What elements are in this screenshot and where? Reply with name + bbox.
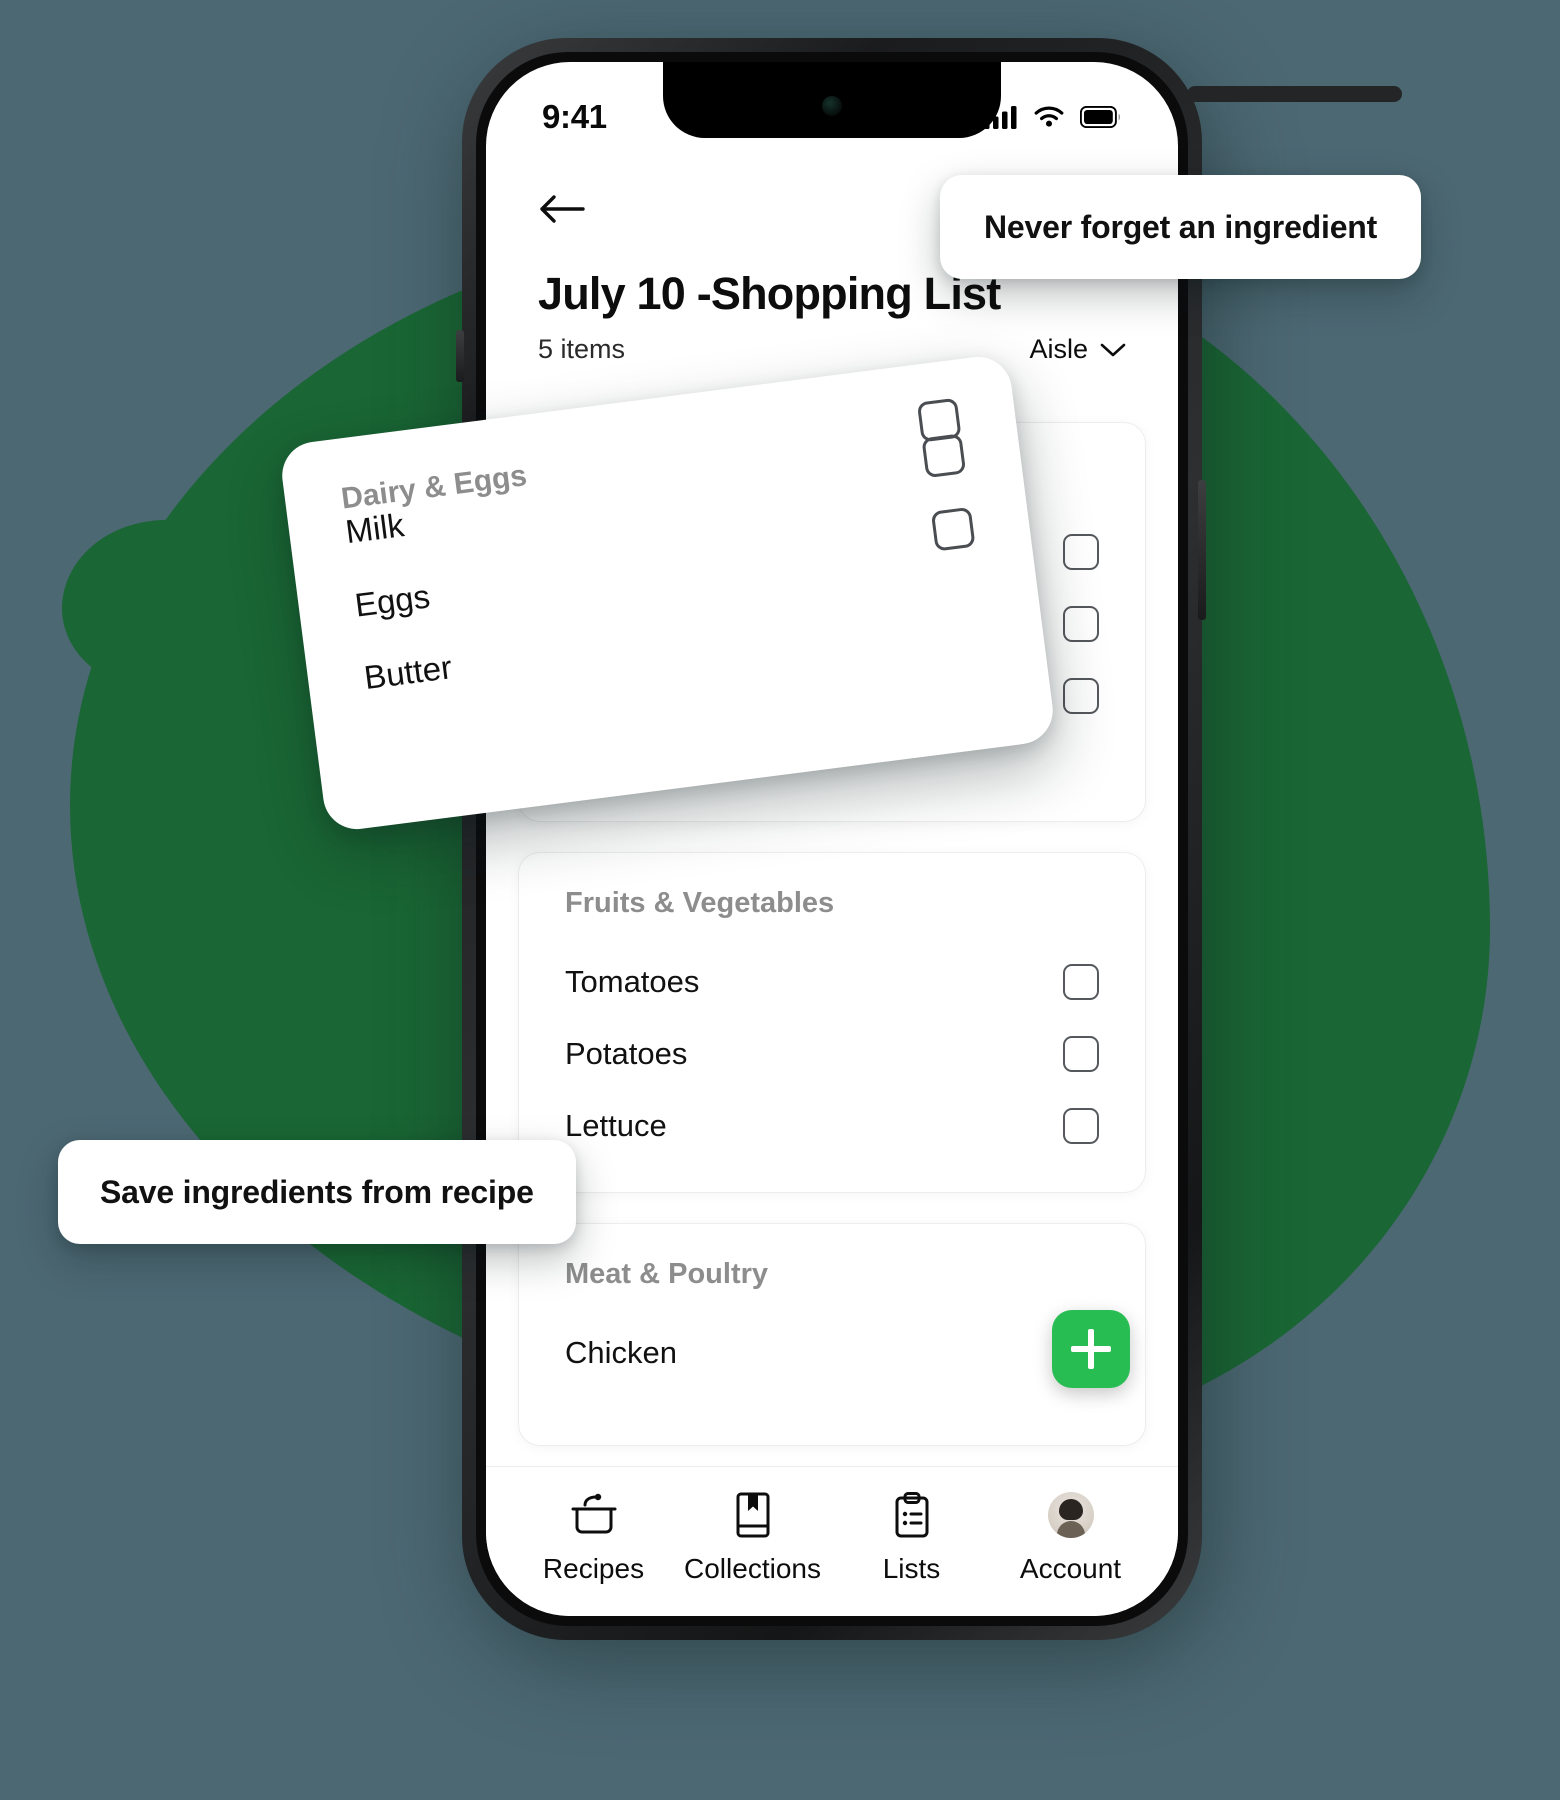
mute-switch[interactable]	[456, 330, 464, 382]
earpiece-speaker	[1187, 86, 1402, 102]
back-button[interactable]	[534, 181, 590, 237]
list-meta-row: 5 items Aisle	[538, 334, 1126, 365]
item-label: Tomatoes	[565, 964, 700, 999]
cooking-pot-icon	[569, 1489, 619, 1541]
tab-collections[interactable]: Collections	[678, 1489, 828, 1585]
list-item[interactable]: Tomatoes	[565, 946, 1099, 1018]
status-time: 9:41	[542, 98, 607, 135]
item-checkbox[interactable]	[1063, 678, 1099, 714]
sort-label: Aisle	[1029, 334, 1088, 365]
item-checkbox[interactable]	[1063, 1108, 1099, 1144]
tab-lists[interactable]: Lists	[837, 1489, 987, 1585]
power-button[interactable]	[1198, 480, 1206, 620]
green-blob-tiny	[193, 512, 255, 572]
list-header: July 10 -Shopping List 5 items Aisle	[486, 267, 1178, 365]
floating-item-label: Butter	[361, 648, 454, 697]
list-item[interactable]: Lettuce	[565, 1090, 1099, 1162]
tab-label: Recipes	[542, 1553, 645, 1584]
item-label: Chicken	[565, 1335, 677, 1370]
add-item-fab[interactable]	[1052, 1310, 1130, 1388]
section-heading: Fruits & Vegetables	[565, 887, 835, 919]
front-camera-icon	[822, 96, 842, 116]
tab-label: Account	[1019, 1553, 1122, 1584]
item-checkbox[interactable]	[1063, 606, 1099, 642]
avatar-icon	[1047, 1489, 1094, 1541]
plus-icon	[1071, 1329, 1111, 1369]
item-checkbox[interactable]	[1063, 534, 1099, 570]
tab-label: Lists	[882, 1553, 941, 1584]
bottom-tab-bar: Recipes Collections Lists Account	[486, 1466, 1178, 1616]
battery-icon	[1080, 106, 1121, 128]
floating-item-label: Milk	[343, 506, 407, 551]
callout-save-ingredients: Save ingredients from recipe	[58, 1140, 576, 1244]
avatar	[1047, 1492, 1094, 1538]
floating-item-checkbox[interactable]	[930, 506, 976, 552]
section-card-fruits-vegetables: Fruits & Vegetables Tomatoes Potatoes Le…	[518, 852, 1146, 1193]
wifi-icon	[1034, 106, 1064, 127]
tab-account[interactable]: Account	[996, 1489, 1146, 1585]
item-checkbox[interactable]	[1063, 964, 1099, 1000]
section-heading: Meat & Poultry	[565, 1258, 769, 1290]
item-checkbox[interactable]	[1063, 1036, 1099, 1072]
floating-item-label: Eggs	[352, 577, 432, 624]
floating-item-checkbox[interactable]	[921, 433, 967, 479]
callout-text: Save ingredients from recipe	[100, 1173, 534, 1210]
clipboard-list-icon	[890, 1489, 934, 1541]
tab-recipes[interactable]: Recipes	[519, 1489, 669, 1585]
back-arrow-icon	[540, 195, 585, 223]
items-count: 5 items	[538, 334, 626, 365]
callout-text: Never forget an ingredient	[984, 208, 1378, 245]
phone-screen: 9:41 July 10 -Shopping List 5 items Aisl…	[486, 62, 1178, 1616]
item-label: Lettuce	[565, 1108, 667, 1143]
chevron-down-icon	[1100, 343, 1126, 356]
tab-label: Collections	[684, 1553, 821, 1584]
list-item[interactable]: Chicken	[565, 1317, 1099, 1389]
phone-bezel: 9:41 July 10 -Shopping List 5 items Aisl…	[476, 52, 1188, 1626]
status-icon-group	[984, 105, 1122, 129]
bookmark-book-icon	[730, 1489, 776, 1541]
list-item[interactable]: Potatoes	[565, 1018, 1099, 1090]
item-label: Potatoes	[565, 1036, 688, 1071]
callout-never-forget: Never forget an ingredient	[940, 175, 1422, 279]
sort-selector[interactable]: Aisle	[1029, 334, 1126, 365]
